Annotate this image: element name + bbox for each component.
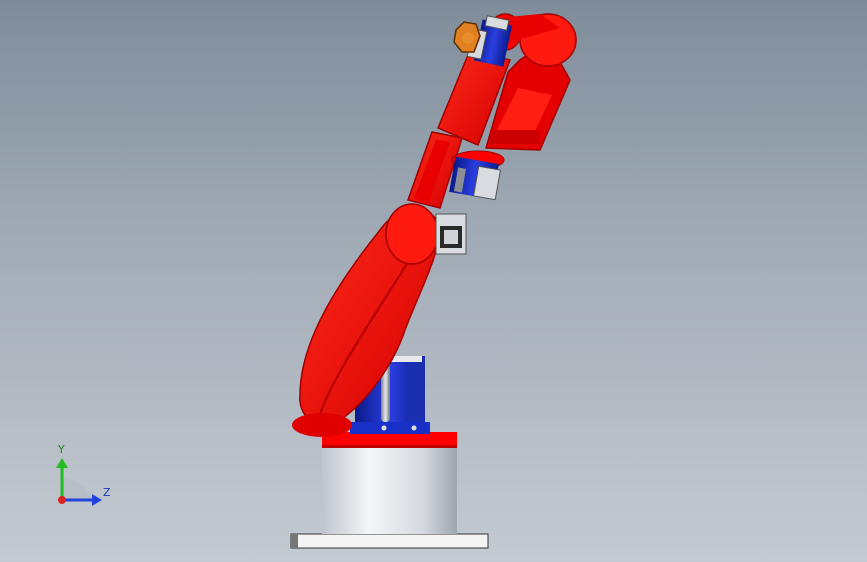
y-axis-arrow [56, 458, 68, 468]
z-axis-arrow [92, 494, 102, 506]
end-effector [453, 21, 481, 53]
base-cylinder [322, 432, 457, 534]
base-plate [290, 533, 489, 549]
triad-xy-plane [62, 478, 92, 500]
x-axis-dot [58, 496, 66, 504]
shoulder-motor [435, 213, 467, 255]
robot-arm-model[interactable] [0, 0, 867, 562]
coordinate-triad [56, 458, 102, 506]
graphics-viewport[interactable]: Y Z [0, 0, 867, 562]
triad-y-label: Y [58, 443, 65, 456]
triad-z-label: Z [103, 486, 111, 499]
